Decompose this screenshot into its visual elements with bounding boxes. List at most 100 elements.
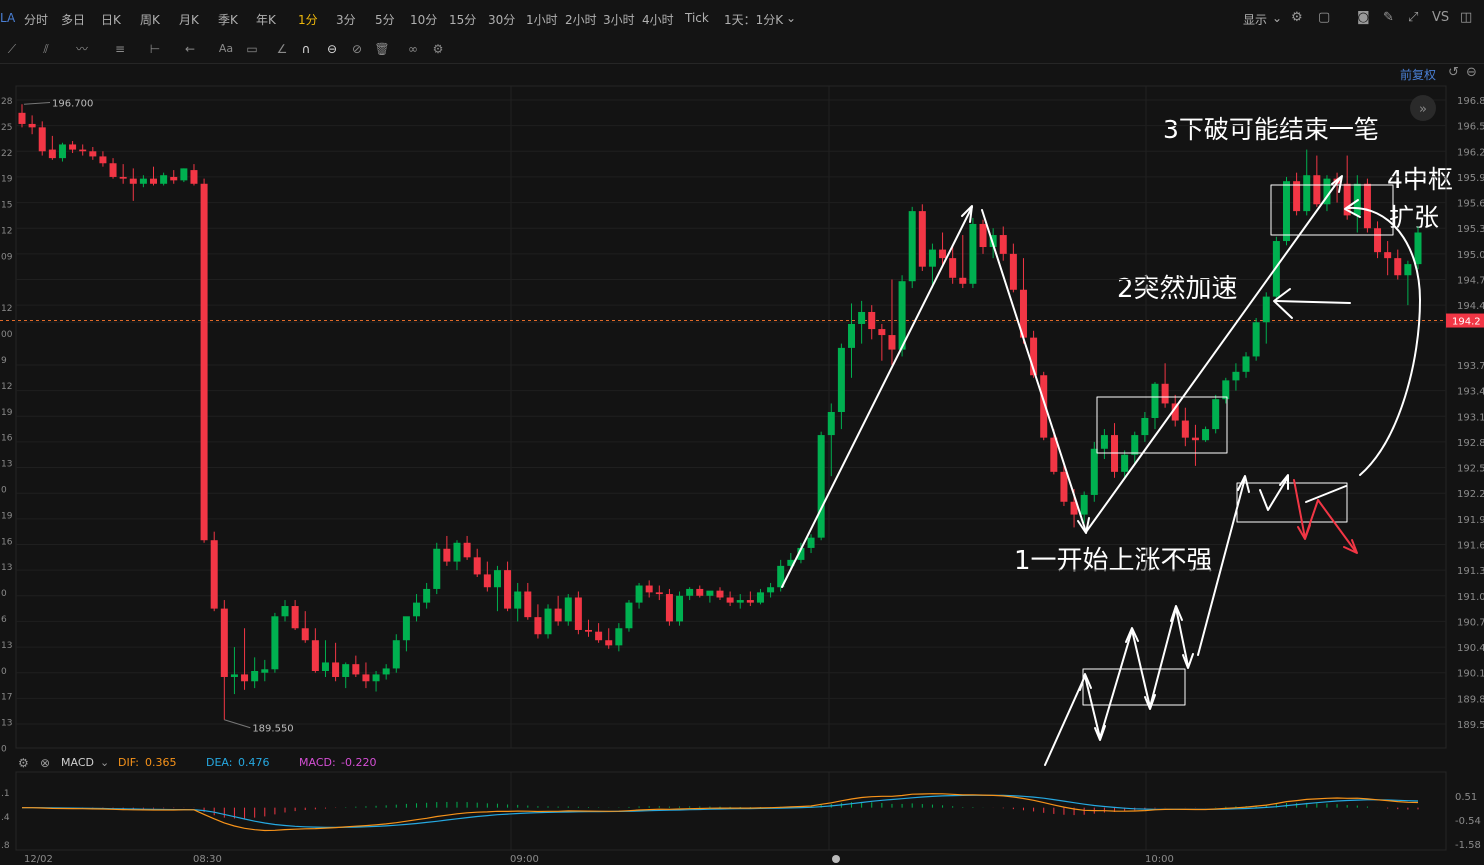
candle-body xyxy=(908,211,916,282)
candle-body xyxy=(170,176,178,181)
candle-body xyxy=(1080,494,1088,515)
left-tick: 13 xyxy=(1,563,12,573)
candle-body xyxy=(321,662,329,672)
candle-body xyxy=(382,668,390,675)
expand-button[interactable]: » xyxy=(1410,95,1436,121)
candle-body xyxy=(493,570,501,588)
candle-body xyxy=(139,178,147,184)
left-tick: 12 xyxy=(1,304,12,314)
candle-body xyxy=(635,585,643,603)
candle-body xyxy=(1161,383,1169,404)
double-chevron-icon: » xyxy=(1419,102,1427,117)
candle-body xyxy=(1313,175,1321,205)
candle-body xyxy=(1151,383,1159,418)
candle-body xyxy=(311,640,319,672)
left-tick: 0 xyxy=(1,745,7,755)
price-tick: 194.7 xyxy=(1457,276,1484,287)
left-tick: 16 xyxy=(1,434,13,444)
candle-body xyxy=(1252,322,1260,357)
trend-arrow xyxy=(781,206,973,588)
candle-body xyxy=(99,156,107,164)
candle-body xyxy=(1181,420,1189,438)
trend-arrow xyxy=(981,209,1087,533)
time-tick: 12/02 xyxy=(24,854,53,865)
candle-body xyxy=(736,600,744,603)
candle-body xyxy=(1212,399,1220,430)
candle-body xyxy=(1242,356,1250,372)
candle-body xyxy=(1384,252,1392,259)
candle-body xyxy=(807,537,815,548)
dea-line xyxy=(22,794,1419,829)
candle-body xyxy=(1374,228,1382,253)
candle-body xyxy=(443,548,451,562)
candle-body xyxy=(979,223,987,248)
candle-body xyxy=(645,585,653,593)
zone-box xyxy=(1082,668,1186,706)
chart-canvas[interactable]: 194.2 196.700189.550 196.8196.5196.2195.… xyxy=(0,0,1484,865)
left-tick: 00 xyxy=(1,330,13,340)
macd-tick: -0.54 xyxy=(1455,816,1481,827)
candle-body xyxy=(28,123,36,128)
trend-arrow xyxy=(1085,176,1342,533)
grid xyxy=(15,85,1447,850)
left-tick: 12 xyxy=(1,382,12,392)
high-marker-line xyxy=(23,102,51,105)
price-tick: 191.6 xyxy=(1457,540,1484,551)
candle-body xyxy=(342,664,350,677)
candle-body xyxy=(676,595,684,622)
sun-icon xyxy=(832,855,840,863)
price-tick: 192.5 xyxy=(1457,464,1484,475)
left-tick: 13 xyxy=(1,460,12,470)
candle-body xyxy=(473,557,481,575)
candle-body xyxy=(939,249,947,259)
candle-body xyxy=(58,144,66,159)
left-tick: 0 xyxy=(1,589,7,599)
candle-body xyxy=(402,616,410,641)
candle-body xyxy=(726,597,734,603)
candle-body xyxy=(291,606,299,629)
candle-body xyxy=(858,311,866,324)
candle-body xyxy=(524,591,532,618)
left-tick: 19 xyxy=(1,511,13,521)
candle-body xyxy=(918,211,926,267)
candle-body xyxy=(150,178,158,184)
price-tick: 191.0 xyxy=(1457,592,1484,603)
candle-body xyxy=(999,235,1007,254)
candle-body xyxy=(301,628,309,641)
candle-body xyxy=(1090,448,1098,495)
candle-body xyxy=(706,590,714,596)
candle-body xyxy=(281,606,289,617)
candle-body xyxy=(210,540,218,609)
price-tick: 193.4 xyxy=(1457,387,1484,398)
candle-body xyxy=(746,600,754,603)
plot-frame xyxy=(15,85,1447,749)
candle-body xyxy=(898,281,906,350)
candle-body xyxy=(827,412,835,436)
left-tick: 09 xyxy=(1,252,13,262)
left-tick: 17 xyxy=(1,693,12,703)
candle-body xyxy=(220,608,228,677)
candle-body xyxy=(605,640,613,646)
left-tick: 13 xyxy=(1,641,12,651)
price-tick: 189.8 xyxy=(1457,694,1484,705)
arrow-head xyxy=(1182,653,1194,669)
candle-body xyxy=(564,597,572,622)
macd-panel: 0.51 -0.54 -1.58 .1 .4 .8 xyxy=(1,771,1481,851)
sketch-line xyxy=(1305,485,1347,503)
price-tick: 196.5 xyxy=(1457,122,1484,133)
expansion-curve xyxy=(1347,206,1421,476)
candle-body xyxy=(453,542,461,562)
candle-body xyxy=(119,176,127,179)
candle-body xyxy=(483,574,491,588)
candle-body xyxy=(79,149,87,152)
price-tick: 191.3 xyxy=(1457,566,1484,577)
candle-body xyxy=(928,249,936,267)
arrow-head xyxy=(1094,725,1106,741)
left-tick: 9 xyxy=(1,356,7,366)
candle-body xyxy=(1121,454,1129,472)
left-tick: 19 xyxy=(1,175,13,185)
left-tick: 19 xyxy=(1,408,13,418)
candle-body xyxy=(332,662,340,677)
candle-body xyxy=(1404,264,1412,276)
price-tick: 190.4 xyxy=(1457,643,1484,654)
